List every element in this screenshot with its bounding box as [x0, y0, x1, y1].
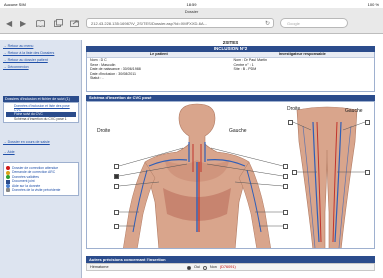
sidebar-link-patient[interactable]: → Retour au dossier patient [3, 58, 79, 63]
page-title: Dossier [184, 9, 199, 14]
hematome-label: Hématome [90, 265, 109, 269]
site-checkbox-right-4[interactable] [283, 210, 288, 215]
sidebar-item-schema[interactable]: Schéma d'insertion du CVC pose 1 [6, 117, 76, 121]
anatomy-drawing [118, 103, 366, 248]
patient-info-table: Le patient Nom : D C Sexe : Masculin Dat… [86, 52, 375, 92]
site-checkbox-left-2[interactable] [114, 174, 119, 179]
site-checkbox-left-3[interactable] [114, 184, 119, 189]
sidebar-top-links: → Retour au menu → Retour à la liste des… [3, 44, 79, 70]
label-droite-torso: Droite [97, 128, 111, 134]
reload-icon[interactable]: ↻ [265, 20, 270, 27]
url-field[interactable]: 212.43.228.135:16987/V_2S/TES/Dossier.as… [86, 18, 274, 28]
site-checkbox-leg-left[interactable] [365, 170, 370, 175]
investigator-site: Site : B - PDM [233, 67, 257, 71]
back-icon[interactable]: ◀ [6, 18, 12, 28]
hematome-yes-radio[interactable] [187, 265, 191, 270]
site-checkbox-right-5[interactable] [283, 224, 288, 229]
hematome-row: Hématome Oui Non (D76091) [86, 263, 375, 271]
legend-item: Données de la visite précédente [6, 188, 76, 193]
sidebar-link-dossiers[interactable]: → Retour à la liste des Dossiers [3, 51, 79, 56]
site-checkbox-right-1[interactable] [283, 164, 288, 169]
tabs-icon[interactable] [54, 18, 63, 28]
orange-circle-icon [6, 170, 10, 175]
clock: 18:59 [186, 1, 197, 7]
site-checkbox-left-1[interactable] [114, 164, 119, 169]
hematome-yes-label: Oui [194, 265, 200, 269]
search-field[interactable]: Google [280, 18, 348, 28]
sidebar-link-menu[interactable]: → Retour au menu [3, 44, 79, 49]
site-checkbox-right-3[interactable] [283, 184, 288, 189]
hematome-no-radio[interactable] [202, 265, 207, 270]
sidebar-legend: Dossier de correction attendue Demande d… [3, 162, 79, 197]
site-checkbox-left-5[interactable] [114, 224, 119, 229]
torso-figure [123, 103, 271, 248]
patient-status: Statut : - [90, 76, 104, 80]
site-checkbox-right-2[interactable] [283, 174, 288, 179]
hematome-no-label: Non [209, 265, 217, 269]
url-text: 212.43.228.135:16987/V_2S/TES/Dossier.as… [91, 21, 207, 26]
hematome-warning: (D76091) [219, 265, 236, 269]
site-checkbox-femoral-left[interactable] [365, 120, 370, 125]
document-icon [6, 179, 10, 184]
patient-column: Le patient Nom : D C Sexe : Masculin Dat… [87, 52, 231, 91]
share-icon[interactable] [70, 18, 79, 28]
bookmarks-icon[interactable] [36, 18, 45, 28]
site-checkbox-leg-right[interactable] [292, 170, 297, 175]
sidebar-link-aide[interactable]: → Aide [3, 150, 79, 155]
legend-label: Données de la visite précédente [12, 188, 61, 193]
search-placeholder: Google [287, 21, 300, 26]
site-checkbox-left-4[interactable] [114, 210, 119, 215]
sidebar: → Retour au menu → Retour à la liste des… [0, 40, 82, 278]
history-icon [6, 188, 10, 193]
main-content: 2SITES INCLUSION N°2 Le patient Nom : D … [86, 40, 375, 92]
ios-status-bar: Aucune SIM 18:59 100 % [0, 0, 383, 8]
sidebar-extra-links: → Dossier en cours de saisie → Aide [3, 140, 79, 155]
sidebar-section-box: Données d'inclusion et liste des pose CV… [3, 102, 79, 123]
sidebar-dossier-section: Dossiers d'inclusion et fichier de suivi… [3, 96, 79, 123]
precisions-header: Autres précisions concernant l'insertion [86, 256, 375, 263]
sidebar-link-logout[interactable]: → Déconnexion [3, 65, 79, 70]
hematome-radio-group: Oui Non (D76091) [187, 264, 236, 271]
label-gauche-legs: Gauche [345, 108, 363, 114]
help-icon [6, 184, 10, 189]
label-gauche-torso: Gauche [229, 128, 247, 134]
cvc-insertion-diagram: Droite Gauche Droite Gauche [86, 101, 375, 249]
site-checkbox-femoral-right[interactable] [288, 120, 293, 125]
label-droite-legs: Droite [287, 106, 301, 112]
forward-icon[interactable]: ▶ [20, 18, 26, 28]
investigator-column: Investigateur responsable Nom : Dr Paul … [230, 52, 374, 91]
sidebar-item-inclusion[interactable]: Données d'inclusion et liste des pose CV… [6, 104, 76, 112]
sidebar-link-saisie[interactable]: → Dossier en cours de saisie [3, 140, 79, 145]
browser-toolbar: Dossier ◀ ▶ 212.43.228.135:16987/V_2S/TE… [0, 8, 383, 34]
